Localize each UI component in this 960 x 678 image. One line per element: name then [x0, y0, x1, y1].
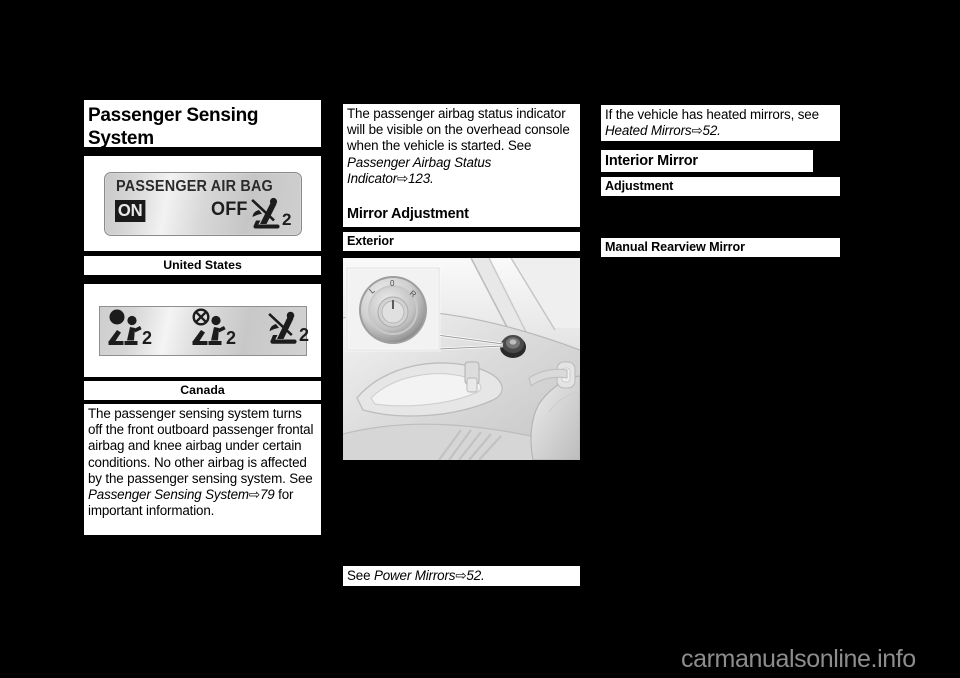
page-ref-arrow-icon-2: ⇨: [397, 170, 409, 186]
exterior-subheading: Exterior: [343, 232, 580, 251]
middle-paragraph: The passenger airbag status indicator wi…: [343, 104, 580, 203]
right-paragraph: If the vehicle has heated mirrors, see H…: [601, 105, 840, 141]
manual-page: Passenger Sensing System PASSENGER AIR B…: [0, 0, 960, 678]
watermark: carmanualsonline.info: [681, 645, 916, 673]
left-paragraph-reference: Passenger Sensing System: [88, 487, 249, 503]
airbag-off-child-symbol-icon: 2: [191, 307, 240, 351]
caption-united-states: United States: [84, 256, 321, 275]
power-mirrors-page: 52: [466, 568, 482, 583]
svg-text:2: 2: [282, 210, 291, 229]
page-ref-arrow-icon-4: ⇨: [691, 123, 703, 139]
exterior-mirror-control-photo: L 0 R: [343, 258, 580, 460]
middle-paragraph-part1: The passenger airbag status indicator wi…: [347, 106, 570, 154]
see-suffix: .: [481, 568, 485, 583]
us-airbag-display: PASSENGER AIR BAG ON OFF 2: [103, 171, 302, 236]
page-ref-arrow-icon-3: ⇨: [455, 568, 467, 583]
page-ref-arrow-icon: ⇨: [248, 487, 260, 503]
mirror-adjustment-title: Mirror Adjustment: [343, 203, 580, 227]
passenger-airbag-off-symbol-icon-2: 2: [267, 310, 310, 351]
left-section-title: Passenger Sensing System: [84, 100, 321, 149]
us-airbag-indicator-image: PASSENGER AIR BAG ON OFF 2: [84, 156, 321, 251]
right-paragraph-part2: .: [717, 123, 721, 139]
left-paragraph-part1: The passenger sensing system turns off t…: [88, 406, 314, 486]
middle-paragraph-part2: .: [430, 170, 434, 186]
svg-text:2: 2: [142, 328, 152, 346]
us-display-on: ON: [114, 199, 145, 222]
right-paragraph-part1: If the vehicle has heated mirrors, see: [605, 107, 819, 122]
heated-mirrors-page: 52: [702, 123, 718, 139]
interior-mirror-title: Interior Mirror: [601, 150, 813, 172]
middle-paragraph-page: 123: [408, 170, 430, 186]
power-mirrors-reference: Power Mirrors: [373, 568, 456, 583]
us-display-label: PASSENGER AIR BAG: [115, 177, 273, 195]
see-prefix: See: [347, 568, 374, 583]
svg-text:0: 0: [390, 279, 395, 288]
airbag-on-child-symbol-icon: 2: [108, 308, 156, 351]
svg-text:2: 2: [299, 325, 309, 345]
adjustment-subheading: Adjustment: [601, 177, 840, 196]
passenger-airbag-off-symbol-icon: 2: [250, 197, 293, 235]
svg-text:2: 2: [226, 328, 236, 346]
manual-rearview-mirror-subheading: Manual Rearview Mirror: [601, 238, 840, 257]
us-display-off: OFF: [210, 198, 248, 220]
canada-airbag-display: 2 2 2: [98, 305, 310, 356]
caption-canada: Canada: [84, 381, 321, 400]
left-paragraph: The passenger sensing system turns off t…: [84, 404, 321, 535]
heated-mirrors-reference: Heated Mirrors: [605, 123, 692, 139]
canada-airbag-indicator-image: 2 2 2: [84, 284, 321, 377]
see-power-mirrors-line: See Power Mirrors⇨52.: [343, 566, 580, 586]
left-paragraph-page: 79: [259, 487, 275, 503]
